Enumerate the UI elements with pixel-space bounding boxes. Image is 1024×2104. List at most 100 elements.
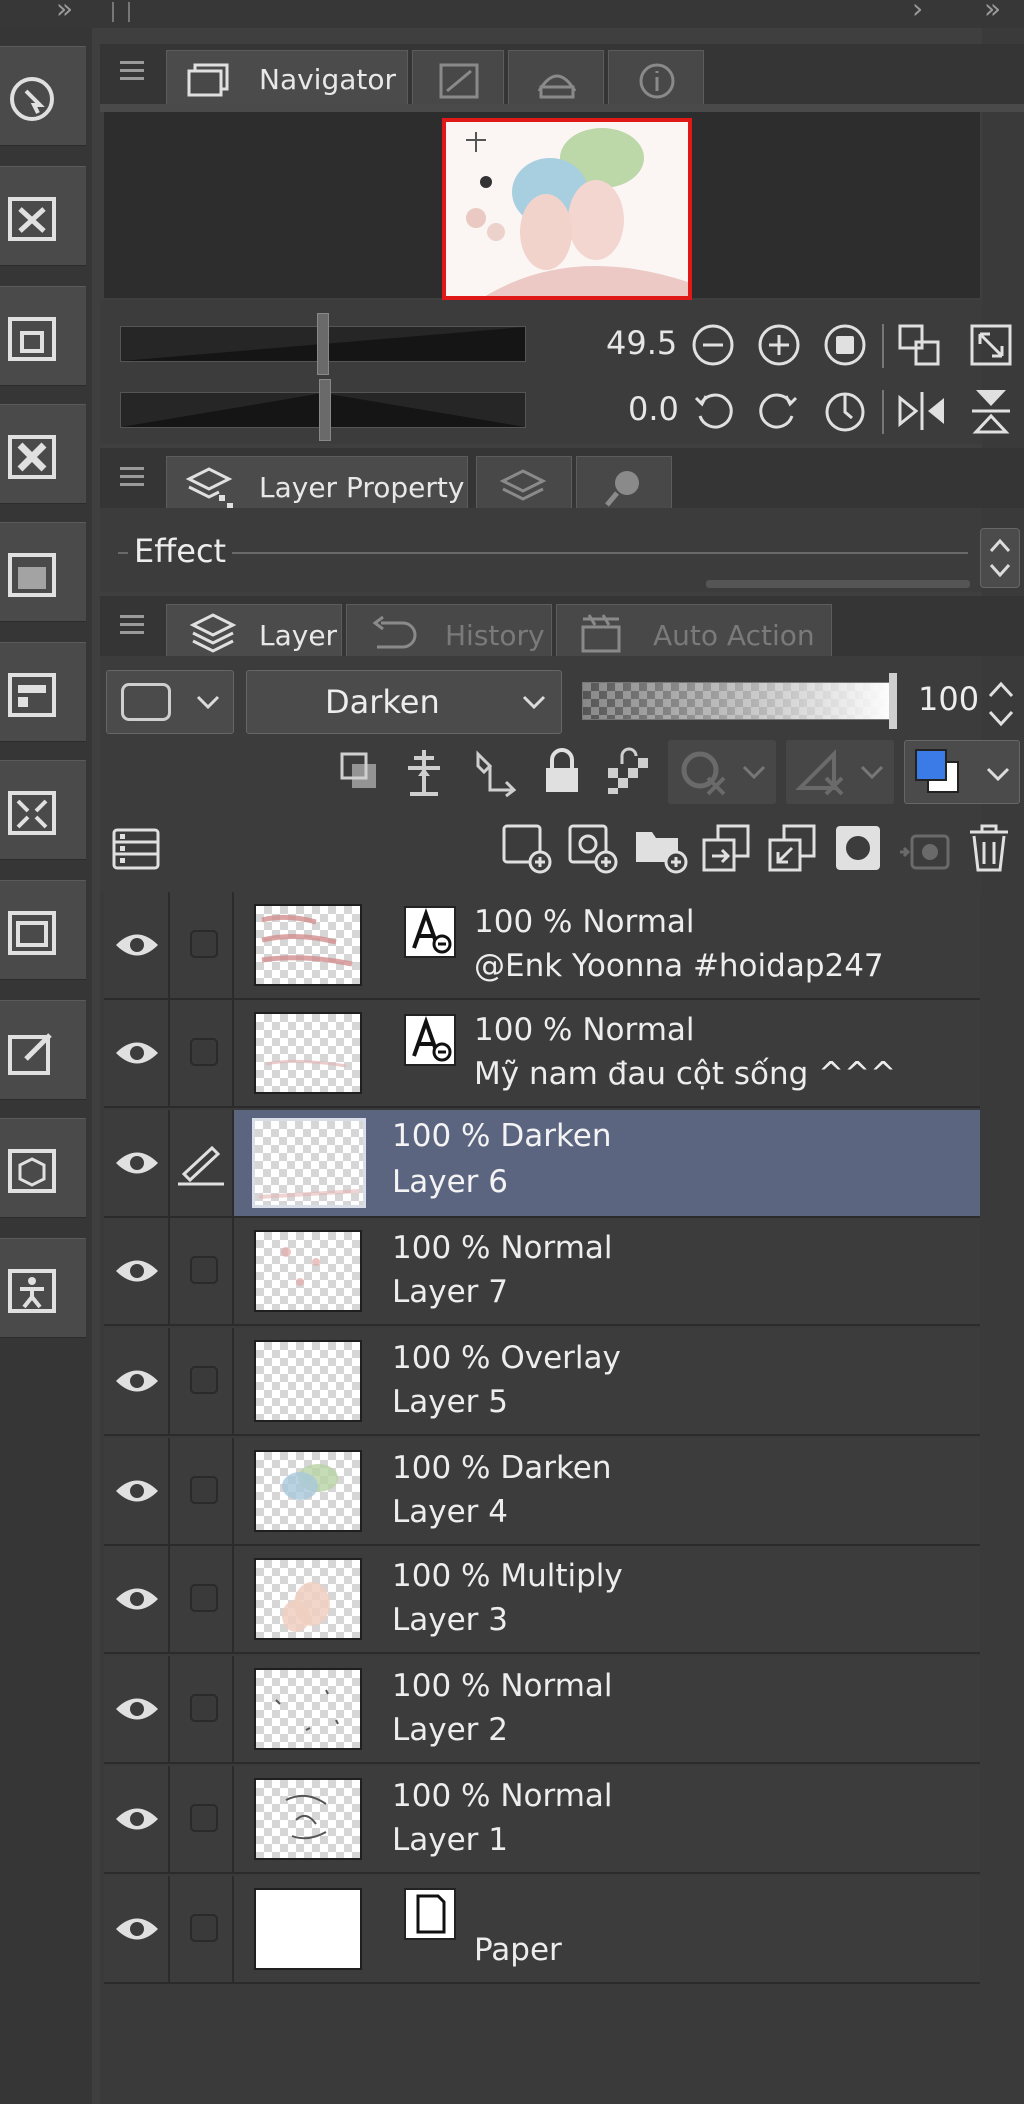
layer-row-paper[interactable]: Paper: [104, 1876, 980, 1984]
panel-menu-icon[interactable]: [120, 610, 144, 639]
layer-name: @Enk Yoonna #hoidap247: [474, 948, 884, 984]
opacity-stepper[interactable]: [984, 676, 1018, 732]
reference-layer-icon[interactable]: [400, 746, 448, 798]
new-raster-layer-icon[interactable]: [500, 822, 554, 876]
merge-down-icon[interactable]: [766, 822, 820, 876]
tab-material[interactable]: [508, 50, 604, 106]
zoom-slider[interactable]: [120, 313, 526, 375]
reset-rotation-icon[interactable]: [822, 388, 868, 434]
tool-button-3[interactable]: [0, 286, 86, 386]
opacity-slider[interactable]: [582, 673, 897, 729]
effect-scrollbar[interactable]: [706, 580, 970, 588]
tool-button-6[interactable]: [0, 642, 86, 742]
layer-visibility-toggle[interactable]: [104, 1218, 170, 1324]
tool-button-5[interactable]: [0, 522, 86, 622]
layer-select-checkbox[interactable]: [190, 1914, 218, 1942]
layer-list-menu-icon[interactable]: [110, 826, 162, 872]
layer-select-checkbox[interactable]: [190, 1366, 218, 1394]
layer-row-layer-4[interactable]: 100 % Darken Layer 4: [104, 1438, 980, 1546]
tab-layer[interactable]: Layer: [166, 604, 342, 660]
rotation-slider-handle[interactable]: [319, 379, 331, 441]
new-folder-icon[interactable]: [632, 822, 690, 876]
flip-horizontal-icon[interactable]: [896, 388, 948, 434]
lock-transparency-icon[interactable]: [604, 746, 652, 796]
tool-button-4[interactable]: [0, 404, 86, 504]
layer-visibility-toggle[interactable]: [104, 1110, 170, 1216]
apply-mask-icon[interactable]: [896, 822, 954, 874]
fit-window-icon[interactable]: [896, 322, 942, 368]
layer-row-layer-3[interactable]: 100 % Multiply Layer 3: [104, 1546, 980, 1654]
tool-button-1[interactable]: [0, 46, 86, 146]
layer-row-text-enk[interactable]: 100 % Normal @Enk Yoonna #hoidap247: [104, 892, 980, 1000]
copy-layer-icon[interactable]: [700, 822, 754, 876]
layer-row-layer-7[interactable]: 100 % Normal Layer 7: [104, 1218, 980, 1326]
layer-visibility-toggle[interactable]: [104, 1766, 170, 1872]
chevron-right-icon[interactable]: ›: [912, 0, 923, 25]
tab-history[interactable]: History: [346, 604, 552, 660]
layer-visibility-toggle[interactable]: [104, 1000, 170, 1106]
tab-layer-search[interactable]: [476, 456, 572, 512]
ruler-dropdown[interactable]: [786, 740, 894, 804]
tab-auto-action[interactable]: Auto Action: [556, 604, 832, 660]
layer-select-checkbox[interactable]: [190, 1694, 218, 1722]
new-vector-layer-icon[interactable]: [566, 822, 620, 876]
layer-row-layer-1[interactable]: 100 % Normal Layer 1: [104, 1766, 980, 1874]
flip-vertical-icon[interactable]: [968, 386, 1014, 436]
layer-select-checkbox[interactable]: [190, 1584, 218, 1612]
collapse-left-icon[interactable]: »: [56, 0, 73, 25]
fit-view-icon[interactable]: [822, 322, 868, 368]
expand-right-icon[interactable]: »: [984, 0, 1001, 25]
rotate-left-icon[interactable]: [690, 388, 736, 434]
clip-to-layer-icon[interactable]: [336, 748, 384, 796]
panel-menu-icon[interactable]: [120, 462, 144, 491]
tool-button-11[interactable]: [0, 1238, 86, 1338]
actual-size-icon[interactable]: [968, 322, 1014, 368]
layer-select-checkbox[interactable]: [190, 1256, 218, 1284]
tool-button-8[interactable]: [0, 880, 86, 980]
layer-select-checkbox[interactable]: [190, 1038, 218, 1066]
blend-mode-select[interactable]: Darken: [246, 670, 562, 734]
delete-layer-icon[interactable]: [966, 822, 1012, 874]
layer-visibility-toggle[interactable]: [104, 1546, 170, 1652]
tool-button-2[interactable]: [0, 166, 86, 266]
zoom-out-icon[interactable]: [690, 322, 736, 368]
layer-select-checkbox[interactable]: [190, 930, 218, 958]
layer-row-text-my-nam[interactable]: 100 % Normal Mỹ nam đau cột sống ^^^: [104, 1000, 980, 1108]
layer-color-dropdown[interactable]: [106, 670, 234, 734]
tool-button-10[interactable]: [0, 1118, 86, 1218]
tab-navigator-label: Navigator: [259, 63, 397, 96]
tab-navigator[interactable]: Navigator: [166, 50, 408, 106]
tool-button-7[interactable]: [0, 760, 86, 860]
tab-layer-property[interactable]: Layer Property: [166, 456, 468, 512]
tab-sub-view[interactable]: [412, 50, 504, 106]
tab-info[interactable]: [608, 50, 704, 106]
layer-visibility-toggle[interactable]: [104, 1328, 170, 1434]
layer-visibility-toggle[interactable]: [104, 1656, 170, 1762]
draft-layer-icon[interactable]: [470, 746, 522, 798]
layer-edit-column: [170, 1766, 234, 1872]
layer-select-checkbox[interactable]: [190, 1804, 218, 1832]
mask-dropdown[interactable]: [668, 740, 776, 804]
zoom-in-icon[interactable]: [756, 322, 802, 368]
zoom-slider-handle[interactable]: [317, 313, 329, 375]
layer-row-layer-2[interactable]: 100 % Normal Layer 2: [104, 1656, 980, 1764]
layer-select-checkbox[interactable]: [190, 1476, 218, 1504]
effect-scroll-arrows[interactable]: [980, 528, 1020, 588]
drag-handle-icon[interactable]: [112, 2, 130, 22]
panel-menu-icon[interactable]: [120, 56, 144, 85]
layer-row-layer-6[interactable]: 100 % Darken Layer 6: [104, 1110, 980, 1218]
tool-button-9[interactable]: [0, 1000, 86, 1100]
tab-search[interactable]: [576, 456, 672, 512]
lock-icon[interactable]: [540, 746, 584, 796]
navigator-canvas[interactable]: [104, 112, 980, 300]
layer-visibility-toggle[interactable]: [104, 1438, 170, 1544]
layer-visibility-toggle[interactable]: [104, 892, 170, 998]
rotate-right-icon[interactable]: [756, 388, 802, 434]
layer-color-picker[interactable]: [904, 740, 1020, 804]
create-mask-icon[interactable]: [832, 822, 884, 874]
layer-blend-info: 100 % Overlay: [392, 1340, 621, 1376]
layer-row-layer-5[interactable]: 100 % Overlay Layer 5: [104, 1328, 980, 1436]
rotation-slider[interactable]: [120, 379, 526, 441]
opacity-slider-handle[interactable]: [889, 673, 897, 729]
layer-visibility-toggle[interactable]: [104, 1876, 170, 1982]
